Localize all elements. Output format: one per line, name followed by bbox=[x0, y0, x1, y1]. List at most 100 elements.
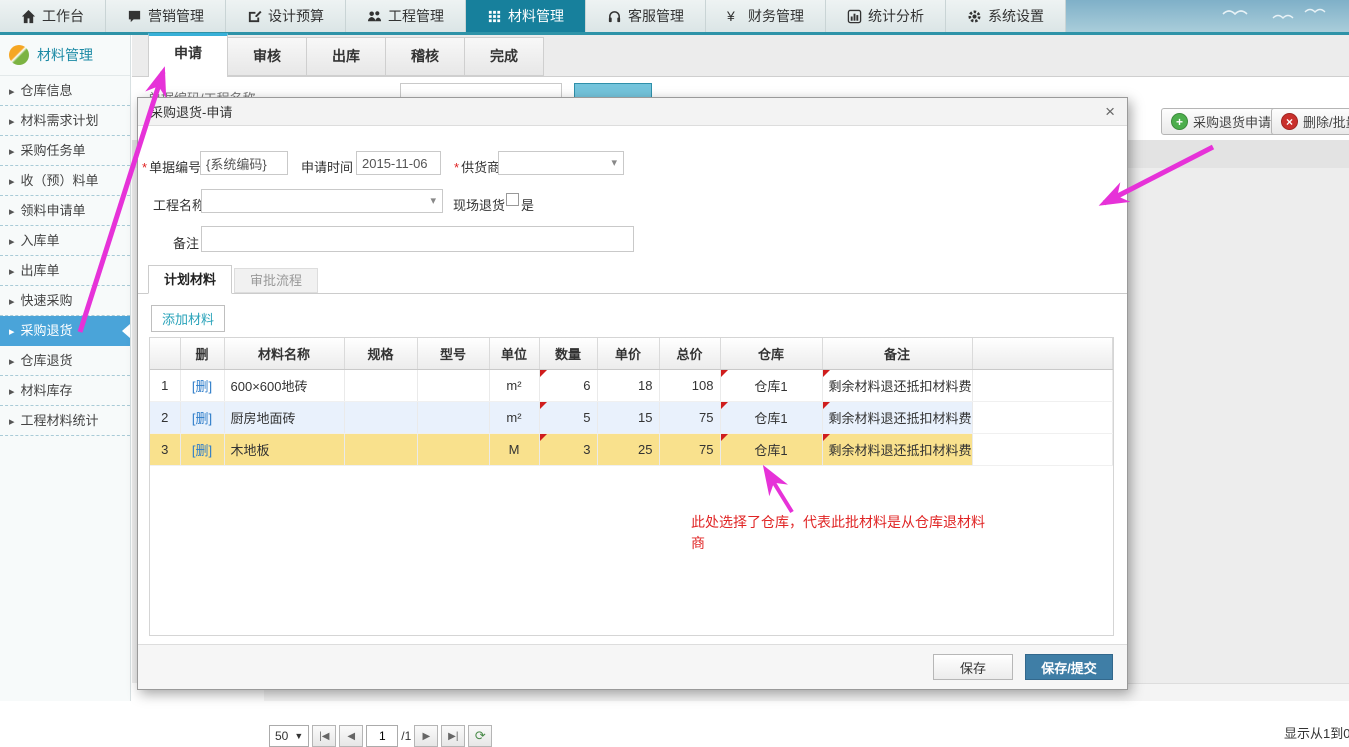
sidebar-item[interactable]: 收（预）料单 bbox=[0, 166, 130, 196]
x-circle-icon: × bbox=[1281, 113, 1298, 130]
cell-model bbox=[417, 402, 489, 434]
sidebar-item[interactable]: 采购任务单 bbox=[0, 136, 130, 166]
remark-label: 备注 bbox=[173, 233, 199, 252]
project-label: 工程名称 bbox=[153, 195, 205, 214]
nav-item-grid[interactable]: 材料管理 bbox=[466, 0, 586, 32]
sidebar-item[interactable]: 采购退货 bbox=[0, 316, 130, 346]
nav-item-label: 财务管理 bbox=[748, 6, 804, 26]
refresh-button[interactable] bbox=[468, 725, 492, 747]
chart-icon bbox=[847, 9, 862, 24]
nav-item-edit[interactable]: 设计预算 bbox=[226, 0, 346, 32]
page-size-select[interactable]: 50 ▼ bbox=[269, 725, 309, 747]
sidebar-item[interactable]: 仓库退货 bbox=[0, 346, 130, 376]
close-icon[interactable]: × bbox=[1105, 103, 1115, 120]
nav-item-home[interactable]: 工作台 bbox=[0, 0, 106, 32]
cell-unit: m² bbox=[489, 402, 539, 434]
next-page-button[interactable] bbox=[414, 725, 438, 747]
sidebar-header: 材料管理 bbox=[0, 35, 130, 76]
apply-time-input[interactable] bbox=[356, 151, 441, 175]
sidebar-item[interactable]: 入库单 bbox=[0, 226, 130, 256]
nav-item-label: 材料管理 bbox=[508, 6, 564, 26]
dialog-tab[interactable]: 计划材料 bbox=[148, 265, 232, 294]
cell-del: [删] bbox=[180, 370, 224, 402]
delete-row-link[interactable]: [删] bbox=[192, 379, 212, 394]
sidebar-title: 材料管理 bbox=[37, 45, 93, 65]
remark-input[interactable] bbox=[201, 226, 634, 252]
sidebar-item[interactable]: 材料需求计划 bbox=[0, 106, 130, 136]
column-header-filler bbox=[972, 338, 1113, 370]
status-tabs: 申请审核出库稽核完成 bbox=[132, 35, 1349, 77]
nav-item-label: 工程管理 bbox=[388, 6, 444, 26]
nav-item-headset[interactable]: 客服管理 bbox=[586, 0, 706, 32]
new-return-request-button[interactable]: + 采购退货申请 bbox=[1161, 108, 1281, 135]
gear-icon bbox=[967, 9, 982, 24]
main-tab[interactable]: 稽核 bbox=[386, 37, 465, 76]
cell-total: 108 bbox=[659, 370, 720, 402]
pagination-bar: 50 ▼ /1 bbox=[269, 725, 492, 747]
delete-batch-button[interactable]: × 删除/批量 bbox=[1271, 108, 1349, 135]
nav-item-label: 工作台 bbox=[42, 6, 84, 26]
page-size-value: 50 bbox=[275, 729, 288, 743]
cell-qty: 6 bbox=[539, 370, 597, 402]
column-header: 仓库 bbox=[720, 338, 822, 370]
cell-warehouse: 仓库1 bbox=[720, 402, 822, 434]
cell-spec bbox=[344, 370, 417, 402]
column-header: 型号 bbox=[417, 338, 489, 370]
cell-no: 3 bbox=[150, 434, 180, 466]
apply-time-label: 申请时间 bbox=[301, 157, 353, 176]
nav-item-chart[interactable]: 统计分析 bbox=[826, 0, 946, 32]
onsite-option-label: 是 bbox=[521, 195, 534, 214]
nav-item-label: 统计分析 bbox=[868, 6, 924, 26]
yen-icon: ¥ bbox=[727, 9, 742, 24]
column-header: 规格 bbox=[344, 338, 417, 370]
main-tab[interactable]: 审核 bbox=[228, 37, 307, 76]
cell-spec bbox=[344, 402, 417, 434]
cell-warehouse: 仓库1 bbox=[720, 370, 822, 402]
onsite-checkbox[interactable] bbox=[506, 193, 519, 206]
column-header: 数量 bbox=[539, 338, 597, 370]
cell-price: 18 bbox=[597, 370, 659, 402]
nav-item-gear[interactable]: 系统设置 bbox=[946, 0, 1066, 32]
add-material-button[interactable]: 添加材料 bbox=[151, 305, 225, 332]
page-total-label: /1 bbox=[401, 729, 411, 743]
nav-item-yen[interactable]: ¥ 财务管理 bbox=[706, 0, 826, 32]
main-tab[interactable]: 申请 bbox=[148, 33, 228, 77]
save-button[interactable]: 保存 bbox=[933, 654, 1013, 680]
onsite-label: 现场退货 bbox=[453, 195, 505, 214]
delete-row-link[interactable]: [删] bbox=[192, 443, 212, 458]
supplier-label: *供货商 bbox=[454, 157, 500, 176]
sidebar-item[interactable]: 工程材料统计 bbox=[0, 406, 130, 436]
last-page-button[interactable] bbox=[441, 725, 465, 747]
save-submit-button[interactable]: 保存/提交 bbox=[1025, 654, 1113, 680]
dialog-tab[interactable]: 审批流程 bbox=[234, 268, 318, 293]
nav-item-users[interactable]: 工程管理 bbox=[346, 0, 466, 32]
sidebar-item[interactable]: 仓库信息 bbox=[0, 76, 130, 106]
cell-remark: 剩余材料退还抵扣材料费 bbox=[822, 434, 972, 466]
cell-name: 木地板 bbox=[224, 434, 344, 466]
sidebar-menu: 仓库信息材料需求计划采购任务单收（预）料单领料申请单入库单出库单快速采购采购退货… bbox=[0, 76, 130, 436]
nav-item-label: 客服管理 bbox=[628, 6, 684, 26]
nav-item-label: 营销管理 bbox=[148, 6, 204, 26]
cell-qty: 5 bbox=[539, 402, 597, 434]
first-page-button[interactable] bbox=[312, 725, 336, 747]
project-select[interactable] bbox=[201, 189, 443, 213]
cell-remark: 剩余材料退还抵扣材料费 bbox=[822, 402, 972, 434]
dialog-footer: 保存 保存/提交 bbox=[138, 644, 1127, 689]
doc-no-input[interactable] bbox=[200, 151, 288, 175]
page-number-input[interactable] bbox=[366, 725, 398, 747]
sidebar-item[interactable]: 出库单 bbox=[0, 256, 130, 286]
supplier-select[interactable] bbox=[498, 151, 624, 175]
prev-page-button[interactable] bbox=[339, 725, 363, 747]
sidebar-item[interactable]: 快速采购 bbox=[0, 286, 130, 316]
sidebar-item[interactable]: 材料库存 bbox=[0, 376, 130, 406]
cell-total: 75 bbox=[659, 434, 720, 466]
main-tab[interactable]: 出库 bbox=[307, 37, 386, 76]
cell-warehouse: 仓库1 bbox=[720, 434, 822, 466]
main-tab[interactable]: 完成 bbox=[465, 37, 544, 76]
sidebar: 材料管理 仓库信息材料需求计划采购任务单收（预）料单领料申请单入库单出库单快速采… bbox=[0, 35, 131, 701]
delete-row-link[interactable]: [删] bbox=[192, 411, 212, 426]
nav-item-chat[interactable]: 营销管理 bbox=[106, 0, 226, 32]
birds-decoration bbox=[1221, 6, 1331, 24]
cell-remark: 剩余材料退还抵扣材料费 bbox=[822, 370, 972, 402]
sidebar-item[interactable]: 领料申请单 bbox=[0, 196, 130, 226]
